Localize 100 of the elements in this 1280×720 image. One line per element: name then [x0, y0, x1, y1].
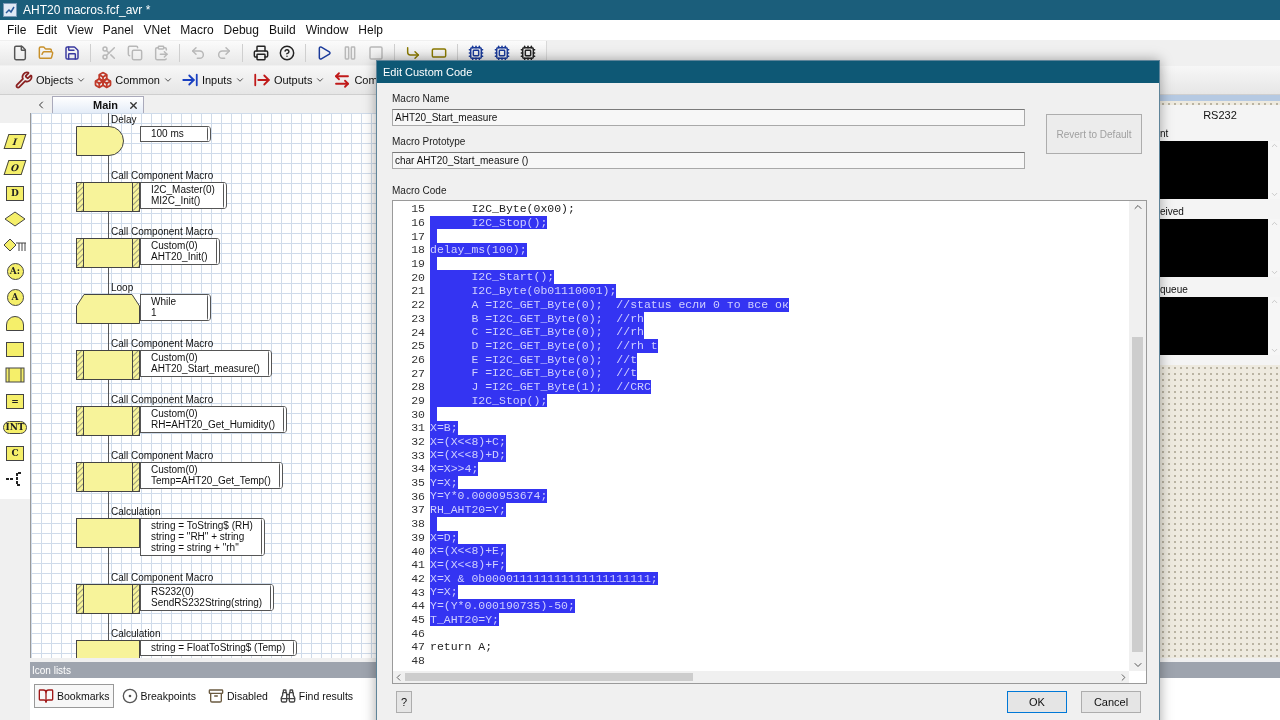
menu-item[interactable]: Build — [263, 21, 301, 39]
menu-item[interactable]: VNet — [138, 21, 176, 39]
comment-text: Custom(0) — [151, 464, 199, 475]
line-number: 44 — [410, 599, 425, 613]
menu-item[interactable]: Window — [300, 21, 354, 39]
printer-icon[interactable] — [253, 45, 269, 61]
field-label: Macro Code — [392, 185, 447, 197]
comment-text: I2C_Master(0) — [151, 184, 215, 195]
cancel-button[interactable]: Cancel — [1081, 691, 1141, 713]
dot-icon — [121, 688, 138, 704]
caret-icon — [76, 75, 87, 85]
code-line: I2C_Byte(0x00); — [470, 202, 575, 216]
node-label: Loop — [111, 282, 134, 294]
macro-call-shape — [76, 462, 140, 492]
caret-icon — [162, 75, 173, 85]
panel-tab[interactable]: Breakpoints — [117, 684, 200, 708]
menu-item[interactable]: Edit — [31, 21, 63, 39]
line-number: 23 — [410, 311, 425, 325]
help-button[interactable]: ? — [396, 691, 412, 713]
switch-icon[interactable] — [3, 237, 27, 253]
save-icon[interactable] — [64, 45, 80, 61]
line-number: 22 — [410, 298, 425, 312]
node-label: Call Component Macro — [111, 572, 214, 584]
dialog-title: Edit Custom Code — [383, 66, 473, 78]
macro-name-field[interactable]: AHT20_Start_measure — [392, 109, 1025, 126]
line-number: 31 — [410, 421, 425, 435]
arrow-up-icon[interactable] — [1269, 297, 1279, 306]
component-menu-button[interactable]: Inputs — [177, 68, 248, 92]
play-icon[interactable] — [316, 45, 332, 61]
window-title: AHT20 macros.fcf_avr * — [23, 3, 151, 17]
document-tab[interactable]: Main — [52, 96, 145, 113]
comment-text: SendRS232String(string) — [151, 597, 263, 608]
panel-title: RS232 — [1203, 109, 1237, 121]
arrow-up-icon[interactable] — [1269, 141, 1279, 150]
folder-icon[interactable] — [38, 45, 54, 61]
palette-tool[interactable]: I — [2, 131, 28, 151]
section-label: nt — [1160, 128, 1169, 139]
menu-item[interactable]: View — [62, 21, 98, 39]
book-icon — [38, 688, 54, 704]
help-icon[interactable] — [279, 45, 295, 61]
comment-text: Temp=AHT20_Get_Temp() — [151, 475, 271, 486]
macro-prototype-field[interactable]: char AHT20_Start_measure () — [392, 152, 1025, 169]
line-number: 37 — [410, 503, 425, 517]
component-menu-button[interactable]: Common — [91, 68, 176, 92]
scroll-thumb[interactable] — [405, 673, 693, 681]
node-label: Call Component Macro — [111, 338, 214, 350]
comment-text: string = string + "rh" — [151, 542, 239, 553]
arrow-down-icon[interactable] — [1269, 190, 1279, 199]
line-number: 36 — [410, 489, 425, 503]
line-number: 24 — [410, 325, 425, 339]
binoculars-icon — [279, 688, 296, 704]
menu-item[interactable]: Macro — [175, 21, 219, 39]
macro-call-shape — [76, 238, 140, 268]
horizontal-scrollbar[interactable] — [393, 671, 1129, 683]
caret-icon — [234, 75, 245, 85]
chip-icon[interactable] — [494, 45, 510, 61]
menu-item[interactable]: Panel — [97, 21, 139, 39]
line-number: 35 — [410, 476, 425, 490]
line-number: 39 — [410, 530, 425, 544]
rectangle-icon[interactable] — [431, 45, 447, 61]
panel-tab[interactable]: Bookmarks — [34, 684, 114, 708]
ok-button[interactable]: OK — [1007, 691, 1067, 713]
line-number: 28 — [410, 380, 425, 394]
corner-arrow-icon[interactable] — [405, 45, 421, 61]
comment-text: Custom(0) — [151, 240, 198, 251]
palette-tool[interactable]: O — [2, 157, 28, 177]
line-number: 48 — [410, 654, 425, 668]
menu-item[interactable]: File — [2, 21, 32, 39]
calculation-shape — [76, 518, 140, 548]
section-label: eived — [1160, 206, 1184, 217]
close-icon[interactable] — [128, 99, 140, 111]
menu-item[interactable]: Debug — [218, 21, 264, 39]
arrow-up-icon[interactable] — [1269, 219, 1279, 228]
panel-tab[interactable]: Find results — [275, 684, 358, 708]
line-number: 46 — [410, 626, 425, 640]
arrow-down-icon[interactable] — [1269, 346, 1279, 355]
panel-tab[interactable]: Disabled — [203, 684, 272, 708]
chip-icon[interactable] — [520, 45, 536, 61]
code-editor[interactable] — [392, 200, 1147, 684]
line-number: 40 — [410, 544, 425, 558]
node-label: Call Component Macro — [111, 394, 214, 406]
code-line: return A; — [430, 640, 493, 654]
menu-item[interactable]: Help — [353, 21, 388, 39]
component-menu-button[interactable]: Objects — [12, 68, 90, 92]
comment-text: RS232(0) — [151, 586, 194, 597]
comment-text: MI2C_Init() — [151, 195, 201, 206]
chip-icon[interactable] — [468, 45, 484, 61]
arrow-down-icon[interactable] — [1269, 268, 1279, 277]
file-icon[interactable] — [12, 45, 28, 61]
decision-icon[interactable] — [4, 211, 26, 227]
wrench-icon — [15, 71, 33, 89]
node-label: Calculation — [111, 628, 161, 640]
loop-shape — [76, 294, 140, 324]
component-menu-button[interactable]: Outputs — [249, 68, 329, 92]
scroll-thumb[interactable] — [1132, 337, 1143, 653]
vertical-scrollbar[interactable] — [1129, 201, 1146, 671]
node-label: Calculation — [111, 506, 161, 518]
line-number: 21 — [410, 284, 425, 298]
macro-icon[interactable] — [5, 367, 25, 383]
comment-text: Custom(0) — [151, 352, 198, 363]
